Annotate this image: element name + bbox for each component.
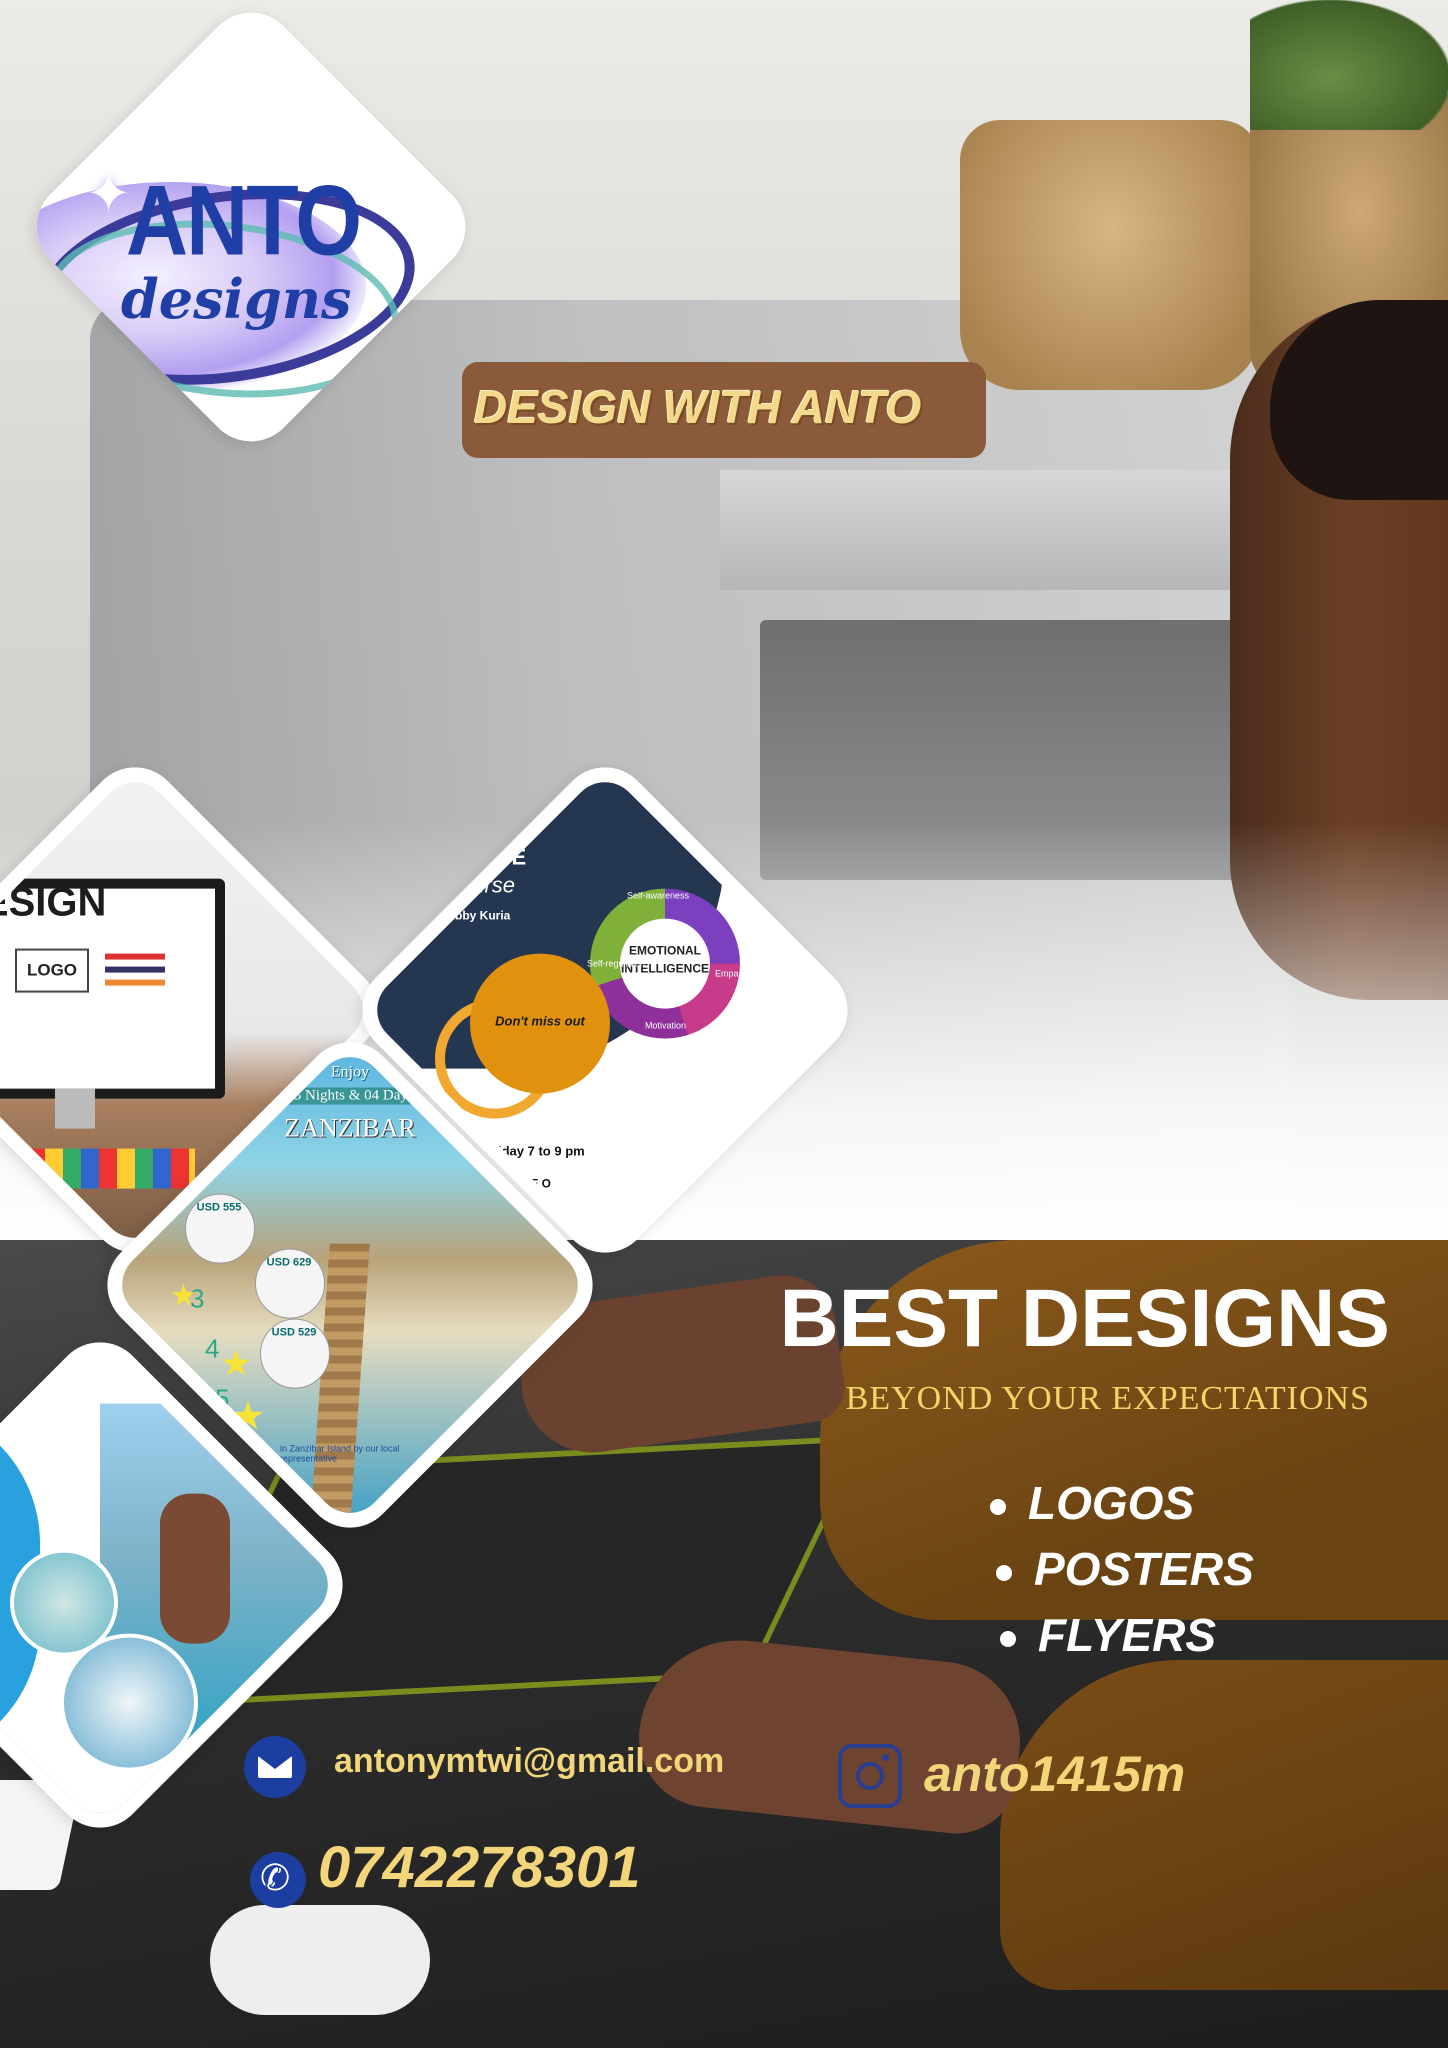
service-label: LOGOS <box>1028 1477 1195 1529</box>
person-arm <box>1000 1660 1448 1990</box>
num-4: 4 <box>204 1333 220 1364</box>
color-bar <box>105 979 165 986</box>
service-item: LOGOS <box>990 1470 1350 1536</box>
logo-wordmark: ANTO <box>125 165 361 277</box>
circle-photo-2 <box>60 1633 198 1772</box>
tagline-text: DESIGN WITH ANTO <box>474 381 922 433</box>
tagline-banner: DESIGN WITH ANTO <box>462 362 986 458</box>
service-label: FLYERS <box>1038 1609 1217 1661</box>
services-list: LOGOS POSTERS FLYERS <box>990 1470 1350 1668</box>
instagram-icon[interactable] <box>838 1744 902 1808</box>
monitor-stand <box>55 1088 95 1129</box>
subheadline: BEYOND YOUR EXPECTATIONS <box>845 1380 1370 1417</box>
bullet-icon <box>996 1564 1012 1581</box>
price-1: USD 555 <box>196 1201 242 1214</box>
phone-icon[interactable]: ✆ <box>250 1852 306 1908</box>
emo-presenter: bby Kuria <box>455 908 511 923</box>
bullet-icon <box>990 1498 1006 1515</box>
plant-basket <box>960 120 1260 390</box>
ei-seg-4: Empa <box>715 968 739 979</box>
badge-text: Don't miss out <box>495 1013 585 1029</box>
instagram-handle[interactable]: anto1415m <box>924 1745 1254 1803</box>
bullet-icon <box>1000 1630 1016 1647</box>
zan-note: in Zanzibar Island by our local represen… <box>280 1443 400 1464</box>
zan-title: ZANZIBAR <box>284 1113 416 1143</box>
sparkle-icon: ✦ <box>86 162 132 225</box>
star-icon: ★ <box>170 1278 197 1314</box>
star-icon: ★ <box>230 1393 266 1440</box>
logo-tag: LOGO <box>14 948 89 993</box>
shelf <box>720 470 1280 590</box>
color-bar <box>105 953 165 960</box>
email-link[interactable]: antonymtwi@gmail.com <box>334 1742 794 1781</box>
envelope-flap <box>258 1756 292 1769</box>
ei-seg-2: Self-regulation <box>587 958 646 969</box>
design-heading: DESIGN <box>0 880 107 925</box>
emo-time: Friday 7 to 9 pm <box>485 1143 585 1159</box>
ei-center-text-1: EMOTIONAL <box>629 943 701 958</box>
logo-subtext: designs <box>120 267 352 331</box>
handset-glyph: ✆ <box>260 1858 291 1899</box>
camera-lens <box>856 1762 884 1790</box>
price-2: USD 629 <box>266 1256 312 1269</box>
service-label: POSTERS <box>1034 1543 1254 1595</box>
ei-seg-3: Motivation <box>645 1020 687 1031</box>
travel-footer: View Park To <box>65 1788 120 1800</box>
mail-icon[interactable] <box>244 1736 306 1798</box>
plant-leaves <box>1250 0 1448 130</box>
ei-seg-1: Self-awareness <box>627 890 690 901</box>
service-item: FLYERS <box>990 1602 1350 1668</box>
headline: BEST DESIGNS <box>779 1273 1390 1364</box>
earbuds-case <box>210 1905 430 2015</box>
traveller <box>160 1493 230 1644</box>
service-item: POSTERS <box>990 1536 1350 1602</box>
num-5: 5 <box>215 1383 230 1414</box>
camera-dot <box>882 1754 889 1761</box>
travel-phone: +254 717 39 <box>55 1768 121 1784</box>
price-3: USD 529 <box>271 1326 317 1339</box>
phone-number[interactable]: 0742278301 <box>318 1834 698 1901</box>
color-bar <box>105 966 165 973</box>
star-icon: ★ <box>219 1343 253 1385</box>
